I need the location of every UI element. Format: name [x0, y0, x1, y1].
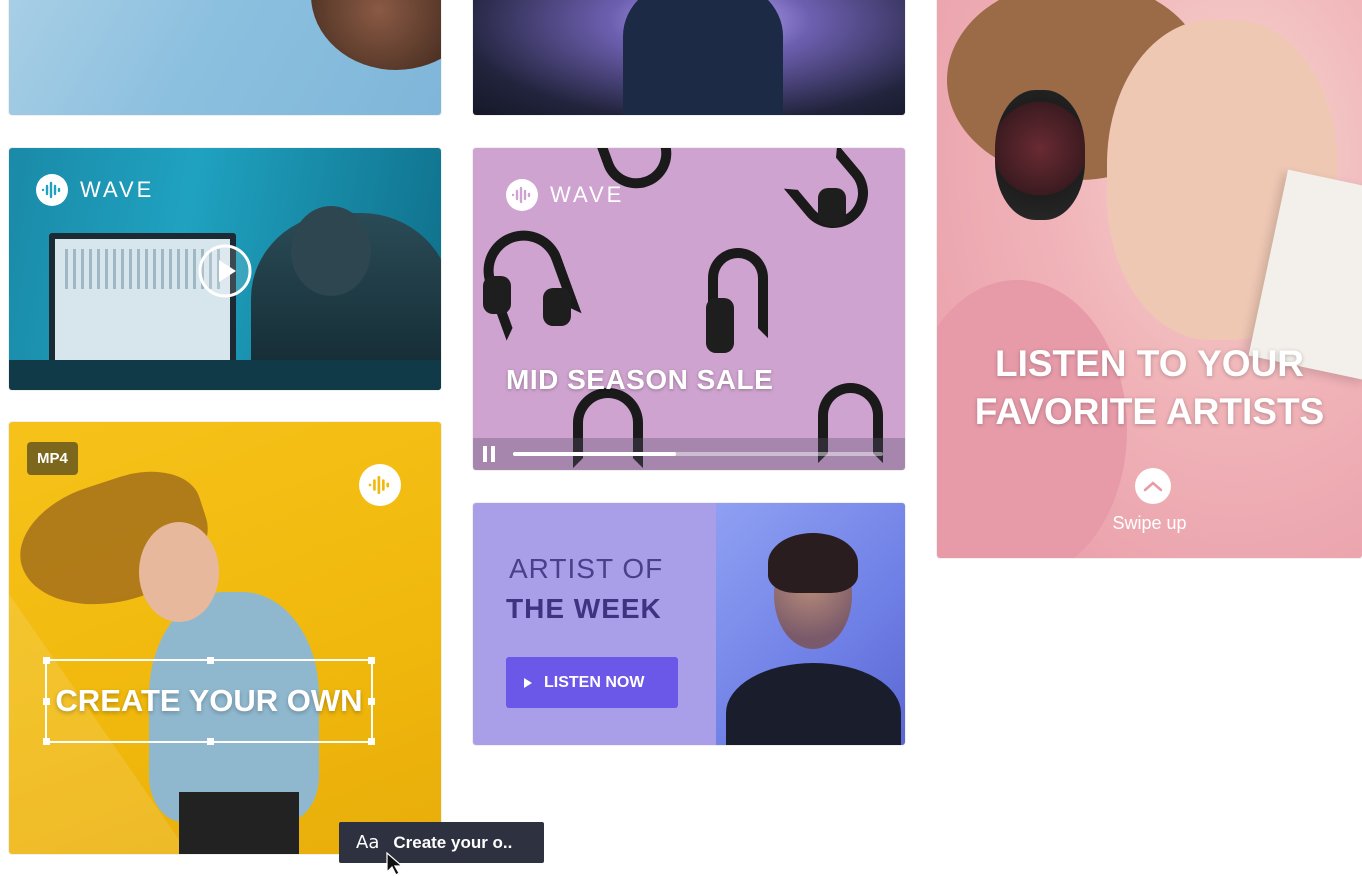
headphones-cup-image: [706, 298, 734, 353]
editable-text[interactable]: CREATE YOUR OWN: [47, 683, 371, 719]
wave-waveform-icon: [36, 174, 68, 206]
producer-head-image: [291, 206, 371, 296]
listen-now-button[interactable]: LISTEN NOW: [506, 657, 678, 708]
story-title: LISTEN TO YOUR FAVORITE ARTISTS: [937, 340, 1362, 436]
hand-image: [311, 0, 441, 70]
story-title-line2: FAVORITE ARTISTS: [974, 391, 1325, 432]
wave-logo-text: WAVE: [80, 177, 155, 202]
play-triangle-icon: [524, 677, 532, 688]
wave-waveform-icon: [359, 464, 401, 506]
resize-handle[interactable]: [368, 657, 375, 664]
resize-handle[interactable]: [368, 738, 375, 745]
swipe-up-label: Swipe up: [1112, 513, 1187, 533]
headphones-image: [995, 90, 1085, 220]
format-badge: MP4: [27, 442, 78, 475]
headphones-cup-image: [483, 276, 511, 314]
artist-photo: [716, 503, 905, 745]
artist-sweater-image: [726, 663, 901, 745]
play-icon[interactable]: [197, 243, 253, 299]
resize-handle[interactable]: [43, 738, 50, 745]
video-controls: [473, 438, 905, 470]
template-card-mid-season-sale[interactable]: WAVE MID SEASON SALE: [473, 148, 905, 470]
listen-now-label: LISTEN NOW: [544, 673, 645, 691]
template-card-listen-favorite-artists[interactable]: LISTEN TO YOUR FAVORITE ARTISTS Swipe up: [937, 0, 1362, 558]
wave-logo-text: WAVE: [550, 182, 625, 207]
headphones-cup-image: [543, 288, 571, 326]
text-style-icon: Aa: [356, 832, 380, 853]
artist-heading-line1: ARTIST OF: [509, 553, 664, 584]
desk-image: [9, 360, 441, 390]
woman-head-image: [139, 522, 219, 622]
headphones-cup-image: [818, 188, 846, 226]
pause-icon[interactable]: [483, 446, 487, 462]
video-progress-fill: [513, 452, 676, 456]
text-tooltip: Aa Create your o..: [339, 822, 544, 863]
template-card-blue[interactable]: [9, 0, 441, 115]
tooltip-text: Create your o..: [393, 832, 513, 852]
wave-logo: WAVE: [506, 179, 624, 211]
resize-handle[interactable]: [207, 738, 214, 745]
artist-heading-line2: THE WEEK: [506, 593, 662, 624]
person-silhouette-image: [623, 0, 783, 115]
story-title-line1: LISTEN TO YOUR: [994, 343, 1305, 384]
template-card-create-your-own[interactable]: MP4 CREATE YOUR OWN: [9, 422, 441, 854]
swipe-up-icon[interactable]: [1135, 468, 1171, 504]
sale-title: MID SEASON SALE: [506, 364, 774, 395]
wave-logo: WAVE: [36, 174, 154, 206]
woman-legs-image: [179, 792, 299, 854]
artist-hair-image: [768, 533, 858, 593]
resize-handle[interactable]: [43, 657, 50, 664]
template-card-artist-of-the-week[interactable]: ARTIST OF THE WEEK LISTEN NOW: [473, 503, 905, 745]
text-selection-box[interactable]: CREATE YOUR OWN: [43, 657, 375, 745]
video-progress-bar[interactable]: [513, 452, 883, 456]
template-card-dark-purple[interactable]: [473, 0, 905, 115]
mouse-cursor-icon: [386, 852, 404, 876]
resize-handle[interactable]: [207, 657, 214, 664]
wave-waveform-icon: [506, 179, 538, 211]
template-card-wave-studio[interactable]: WAVE: [9, 148, 441, 390]
